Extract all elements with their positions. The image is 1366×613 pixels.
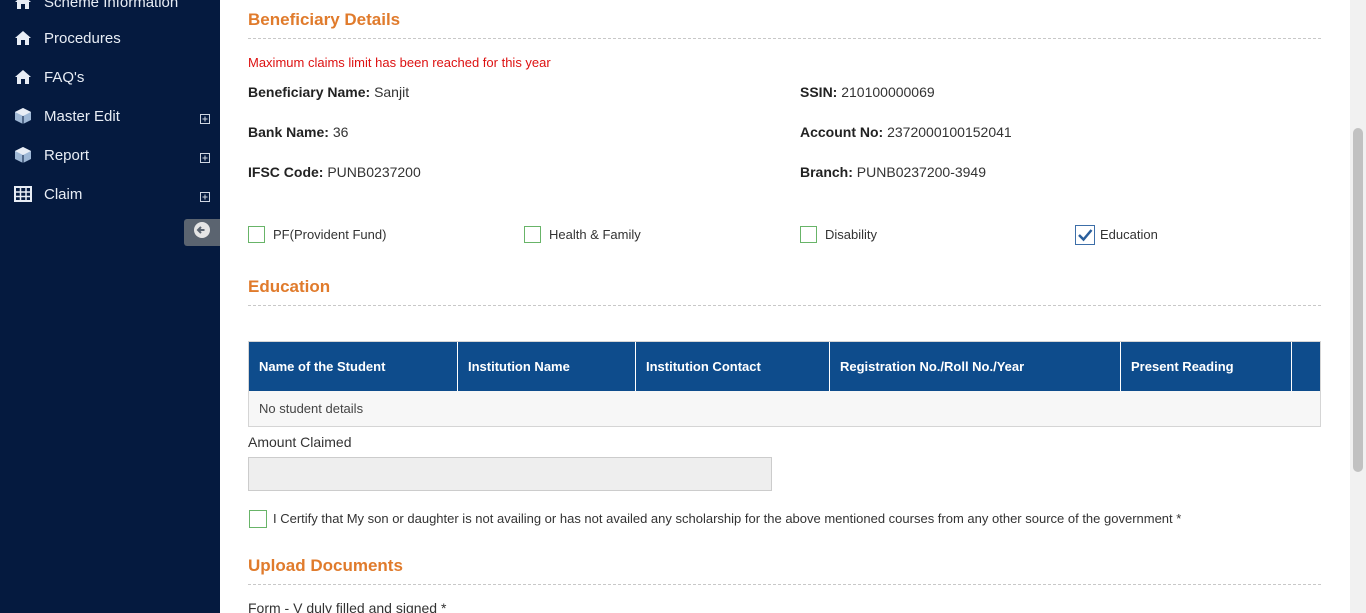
sidebar-item-label: Report [44,146,90,164]
health-family-label: Health & Family [549,227,641,242]
home-icon [12,27,34,49]
sidebar: Scheme Information Procedures FAQ's Mast… [0,0,220,613]
arrow-left-circle-icon [193,221,211,244]
cube-icon [12,105,34,127]
bank-name-value: 36 [332,124,349,140]
ifsc-code-value: PUNB0237200 [327,164,421,180]
education-title: Education [248,277,331,296]
beneficiary-name: Beneficiary Name: Sanjit [248,84,410,100]
ifsc-code: IFSC Code: PUNB0237200 [248,164,421,180]
account-no-value: 2372000100152041 [887,124,1012,140]
sidebar-item-label: Scheme Information [44,0,179,11]
form-v-label: Form - V duly filled and signed * [248,600,447,613]
empty-row: No student details [249,391,1320,426]
ssin: SSIN: 210100000069 [800,84,935,100]
student-table: Name of the Student Institution Name Ins… [248,341,1321,427]
education-label: Education [1100,227,1158,242]
upload-documents-title: Upload Documents [248,556,403,575]
beneficiary-name-value: Sanjit [374,84,410,100]
expand-icon[interactable] [200,189,210,202]
sidebar-item-master-edit[interactable]: Master Edit [0,99,220,133]
education-checkbox[interactable] [1075,225,1095,245]
sidebar-item-report[interactable]: Report [0,138,220,172]
column-header[interactable]: Institution Name [458,342,636,391]
main-content: Beneficiary Details Maximum claims limit… [220,0,1350,613]
bank-name: Bank Name: 36 [248,124,349,140]
amount-claimed-input[interactable] [248,457,772,491]
sidebar-item-scheme-information[interactable]: Scheme Information [0,0,220,19]
expand-icon[interactable] [200,150,210,163]
claims-limit-warning: Maximum claims limit has been reached fo… [248,55,551,70]
divider [248,305,1321,306]
home-icon [12,0,34,13]
beneficiary-details-title: Beneficiary Details [248,10,401,29]
ssin-value: 210100000069 [841,84,935,100]
disability-checkbox[interactable] [800,226,817,243]
divider [248,38,1321,39]
expand-icon[interactable] [200,111,210,124]
collapse-sidebar-button[interactable] [184,219,220,246]
sidebar-item-label: Claim [44,185,83,203]
column-header[interactable]: Name of the Student [249,342,458,391]
divider [248,584,1321,585]
cube-icon [12,144,34,166]
branch: Branch: PUNB0237200-3949 [800,164,987,180]
certify-checkbox[interactable] [249,510,267,528]
health-family-checkbox[interactable] [524,226,541,243]
column-header[interactable]: Present Reading [1121,342,1292,391]
branch-value: PUNB0237200-3949 [856,164,987,180]
certify-label: I Certify that My son or daughter is not… [273,511,1182,526]
column-header[interactable]: Institution Contact [636,342,830,391]
pf-label: PF(Provident Fund) [273,227,387,242]
column-header [1292,342,1320,391]
sidebar-item-claim[interactable]: Claim [0,177,220,211]
pf-checkbox[interactable] [248,226,265,243]
disability-label: Disability [825,227,878,242]
scrollbar[interactable] [1350,0,1366,613]
sidebar-item-procedures[interactable]: Procedures [0,21,220,55]
sidebar-item-faqs[interactable]: FAQ's [0,60,220,94]
amount-claimed-label: Amount Claimed [248,434,352,450]
sidebar-item-label: Procedures [44,29,121,47]
home-icon [12,66,34,88]
column-header[interactable]: Registration No./Roll No./Year [830,342,1121,391]
table-icon [12,183,34,205]
table-header: Name of the Student Institution Name Ins… [249,342,1320,391]
scrollbar-thumb[interactable] [1353,128,1363,472]
sidebar-item-label: Master Edit [44,107,120,125]
account-no: Account No: 2372000100152041 [800,124,1012,140]
sidebar-item-label: FAQ's [44,68,85,86]
